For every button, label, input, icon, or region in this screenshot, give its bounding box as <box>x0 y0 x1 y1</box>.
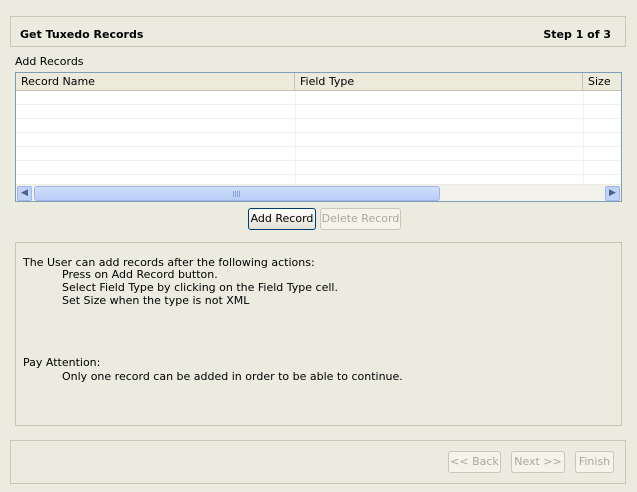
column-divider <box>583 91 584 184</box>
scrollbar-thumb[interactable] <box>34 186 440 201</box>
table-row <box>16 119 621 133</box>
column-divider <box>295 91 296 184</box>
attention-title: Pay Attention: <box>23 356 101 369</box>
table-row <box>16 133 621 147</box>
records-table[interactable]: Record Name Field Type Size ◀ ▶ <box>15 72 622 202</box>
table-row <box>16 147 621 161</box>
table-row <box>16 91 621 105</box>
grip-icon <box>233 191 241 197</box>
column-header-size[interactable]: Size <box>583 73 621 91</box>
finish-button[interactable]: Finish <box>575 451 614 473</box>
instruction-step: Select Field Type by clicking on the Fie… <box>62 281 338 294</box>
wizard-header: Get Tuxedo Records Step 1 of 3 <box>10 16 626 47</box>
scroll-right-icon[interactable]: ▶ <box>605 186 620 201</box>
step-indicator: Step 1 of 3 <box>543 28 611 41</box>
back-button[interactable]: << Back <box>448 451 501 473</box>
column-header-field-type[interactable]: Field Type <box>295 73 583 91</box>
attention-text: Only one record can be added in order to… <box>62 370 403 383</box>
instructions-panel: The User can add records after the follo… <box>15 242 622 426</box>
table-header: Record Name Field Type Size <box>16 73 621 91</box>
table-row <box>16 105 621 119</box>
table-body[interactable] <box>16 91 621 184</box>
table-row <box>16 161 621 175</box>
add-records-label: Add Records <box>15 55 84 68</box>
delete-record-button[interactable]: Delete Record <box>320 208 401 230</box>
instruction-step: Press on Add Record button. <box>62 268 218 281</box>
next-button[interactable]: Next >> <box>511 451 565 473</box>
scroll-left-icon[interactable]: ◀ <box>17 186 32 201</box>
instruction-step: Set Size when the type is not XML <box>62 294 250 307</box>
wizard-title: Get Tuxedo Records <box>20 28 144 41</box>
add-record-button[interactable]: Add Record <box>248 208 316 230</box>
column-header-record-name[interactable]: Record Name <box>16 73 295 91</box>
horizontal-scrollbar[interactable]: ◀ ▶ <box>16 184 621 201</box>
